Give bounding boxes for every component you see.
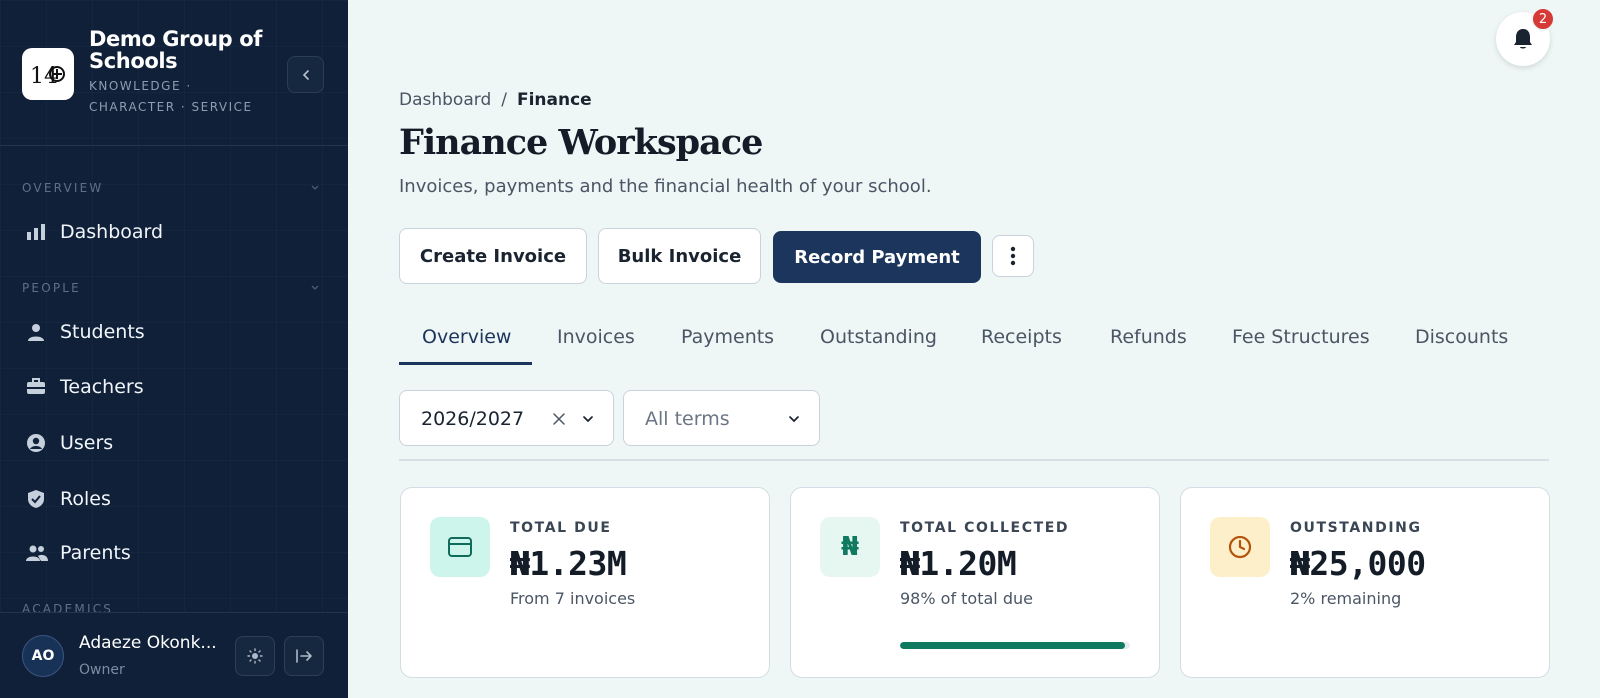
page-subtitle: Invoices, payments and the financial hea… — [399, 176, 932, 197]
user-role: Owner — [79, 662, 125, 678]
term-select[interactable]: All terms — [623, 390, 820, 446]
person-icon — [26, 321, 54, 343]
naira-icon: ₦ — [820, 517, 880, 577]
chevron-down-icon — [789, 416, 799, 423]
clear-icon[interactable] — [552, 412, 566, 426]
user-circle-icon — [26, 432, 54, 454]
sidebar-item-users[interactable]: Users — [22, 423, 322, 463]
briefcase-icon — [26, 376, 54, 398]
brand: 14 Demo Group of Schools KNOWLEDGE · CHA… — [22, 28, 326, 118]
clock-icon — [1210, 517, 1270, 577]
stat-value: ₦1.20M — [900, 544, 1017, 583]
brand-tagline: KNOWLEDGE · CHARACTER · SERVICE — [89, 79, 253, 114]
stat-label: OUTSTANDING — [1290, 520, 1422, 536]
stat-subtext: From 7 invoices — [510, 589, 636, 608]
avatar[interactable]: AO — [22, 635, 64, 677]
tab-fee-structures[interactable]: Fee Structures — [1232, 326, 1370, 348]
create-invoice-button[interactable]: Create Invoice — [399, 228, 587, 284]
collection-progress-bar — [900, 642, 1130, 649]
chevron-down-icon[interactable] — [310, 284, 320, 292]
stat-card-outstanding: OUTSTANDING ₦25,000 2% remaining — [1180, 487, 1550, 678]
tab-discounts[interactable]: Discounts — [1415, 326, 1508, 348]
stat-value: ₦25,000 — [1290, 544, 1426, 583]
stat-card-total-collected: ₦ TOTAL COLLECTED ₦1.20M 98% of total du… — [790, 487, 1160, 678]
chevron-down-icon[interactable] — [310, 184, 320, 192]
sidebar-item-label: Teachers — [60, 376, 144, 398]
user-name: Adaeze Okonk... — [79, 633, 217, 653]
sidebar-divider — [0, 145, 348, 146]
sidebar-item-label: Dashboard — [60, 221, 164, 243]
finance-tabs: Overview Invoices Payments Outstanding R… — [399, 318, 1549, 366]
sidebar-item-dashboard[interactable]: Dashboard — [22, 212, 322, 252]
brand-name: Demo Group of Schools — [89, 27, 262, 73]
stat-card-total-due: TOTAL DUE ₦1.23M From 7 invoices — [400, 487, 770, 678]
bulk-invoice-button[interactable]: Bulk Invoice — [598, 228, 761, 284]
tab-invoices[interactable]: Invoices — [557, 326, 635, 348]
term-select-placeholder: All terms — [645, 408, 730, 430]
bar-chart-icon — [26, 221, 54, 243]
tab-receipts[interactable]: Receipts — [981, 326, 1062, 348]
sidebar-item-label: Students — [60, 321, 145, 343]
more-vertical-icon — [1010, 246, 1016, 266]
sidebar-item-parents[interactable]: Parents — [22, 533, 322, 573]
stat-subtext: 98% of total due — [900, 589, 1033, 608]
active-tab-indicator — [399, 362, 532, 365]
session-select-value: 2026/2027 — [421, 408, 525, 430]
stat-subtext: 2% remaining — [1290, 589, 1402, 608]
sun-icon — [247, 648, 263, 664]
logout-icon — [296, 649, 312, 663]
page-title: Finance Workspace — [399, 122, 763, 163]
chevron-down-icon[interactable] — [582, 414, 594, 424]
chevron-left-icon — [302, 70, 309, 80]
tab-refunds[interactable]: Refunds — [1110, 326, 1187, 348]
tab-payments[interactable]: Payments — [681, 326, 774, 348]
user-profile-bar: AO Adaeze Okonk... Owner — [0, 612, 348, 698]
collection-progress-fill — [900, 642, 1126, 649]
session-select[interactable]: 2026/2027 — [399, 390, 614, 446]
notification-count-badge: 2 — [1531, 7, 1555, 31]
bell-icon — [1514, 29, 1532, 49]
theme-toggle-button[interactable] — [235, 636, 275, 676]
sidebar-item-students[interactable]: Students — [22, 312, 322, 352]
tab-overview[interactable]: Overview — [422, 326, 511, 348]
stat-label: TOTAL DUE — [510, 520, 612, 536]
collapse-sidebar-button[interactable] — [287, 56, 324, 93]
stat-label: TOTAL COLLECTED — [900, 520, 1070, 536]
shield-check-icon — [26, 488, 54, 510]
sidebar-item-label: Parents — [60, 542, 131, 564]
card-icon — [430, 517, 490, 577]
logo-emblem-icon: 14 — [30, 64, 65, 89]
breadcrumb-link-dashboard[interactable]: Dashboard — [399, 90, 491, 110]
sidebar-item-teachers[interactable]: Teachers — [22, 367, 322, 407]
logout-button[interactable] — [284, 636, 324, 676]
tab-outstanding[interactable]: Outstanding — [820, 326, 937, 348]
section-label-overview[interactable]: OVERVIEW — [22, 181, 104, 195]
breadcrumb: Dashboard / Finance — [399, 90, 592, 110]
stat-value: ₦1.23M — [510, 544, 627, 583]
sidebar: 14 Demo Group of Schools KNOWLEDGE · CHA… — [0, 0, 348, 698]
breadcrumb-separator: / — [501, 90, 507, 110]
people-icon — [26, 542, 54, 564]
section-label-people[interactable]: PEOPLE — [22, 281, 81, 295]
sidebar-item-label: Users — [60, 432, 114, 454]
record-payment-button[interactable]: Record Payment — [773, 231, 981, 283]
sidebar-item-label: Roles — [60, 488, 111, 510]
filter-divider — [399, 459, 1549, 461]
sidebar-item-roles[interactable]: Roles — [22, 479, 322, 519]
school-logo[interactable]: 14 — [22, 48, 74, 100]
breadcrumb-current: Finance — [516, 90, 592, 110]
more-actions-button[interactable] — [992, 235, 1034, 277]
